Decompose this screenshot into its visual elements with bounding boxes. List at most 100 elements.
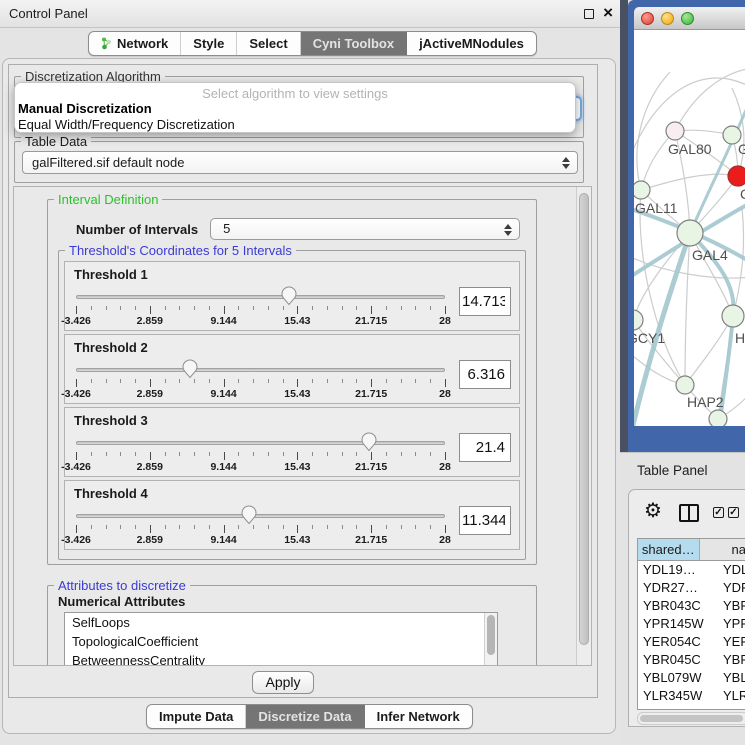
mac-close-button[interactable] (641, 12, 654, 25)
mac-zoom-button[interactable] (681, 12, 694, 25)
tab-label: Impute Data (159, 709, 233, 724)
tab-jactivemnodules[interactable]: jActiveMNodules (407, 32, 536, 55)
network-node-hap2[interactable] (676, 376, 694, 394)
threshold-value-input[interactable] (459, 506, 511, 535)
table-scrollbar-thumb[interactable] (640, 715, 743, 722)
tick-label: 2.859 (137, 534, 163, 546)
attributes-scrollbar-thumb[interactable] (487, 615, 495, 655)
float-window-icon[interactable] (584, 9, 594, 19)
cell-name: YIL0 (717, 705, 745, 710)
threshold-label: Threshold 1 (74, 267, 510, 282)
network-node-gal4[interactable] (677, 220, 703, 246)
threshold-value-input[interactable] (459, 433, 511, 462)
cell-shared-name: YDR27… (638, 579, 717, 597)
network-canvas[interactable]: GAL80GCGAL11GAL4GCY1HHAP2 (634, 30, 745, 426)
tab-label: Style (193, 36, 224, 51)
tick-label: 9.144 (210, 461, 236, 473)
column-header-name[interactable]: na (700, 539, 745, 561)
tick-label: 21.715 (355, 315, 387, 327)
tick-label: 28 (439, 388, 451, 400)
network-node-c[interactable] (728, 166, 745, 186)
threshold-slider[interactable]: -3.4262.8599.14415.4321.71528 (74, 505, 447, 549)
table-row[interactable]: YPR145WYPR1 (638, 615, 745, 633)
table-row[interactable]: YBL079WYBL0 (638, 669, 745, 687)
table-row[interactable]: YDR27…YDR2 (638, 579, 745, 597)
slider-track[interactable] (76, 441, 445, 445)
tick-label: -3.426 (61, 388, 91, 400)
slider-thumb[interactable] (281, 286, 297, 306)
slider-ticks (76, 452, 445, 461)
table-row[interactable]: YLR345WYLR3 (638, 687, 745, 705)
slider-thumb[interactable] (241, 505, 257, 525)
table-horizontal-scrollbar[interactable] (637, 712, 745, 725)
threshold-slider[interactable]: -3.4262.8599.14415.4321.71528 (74, 432, 447, 476)
tick-label: 28 (439, 315, 451, 327)
tab-select[interactable]: Select (237, 32, 300, 55)
tab-style[interactable]: Style (181, 32, 237, 55)
tick-label: 28 (439, 534, 451, 546)
attribute-item[interactable]: TopologicalCoefficient (65, 632, 497, 651)
attribute-items: SelfLoopsTopologicalCoefficientBetweenne… (65, 613, 497, 666)
tab-network[interactable]: Network (89, 32, 181, 55)
thresholds-group-title: Threshold's Coordinates for 5 Intervals (65, 243, 296, 258)
network-node[interactable] (709, 410, 727, 426)
network-node-gal80[interactable] (666, 122, 684, 140)
algorithm-option-manual[interactable]: Manual Discretization (18, 101, 152, 116)
node-label: C (740, 186, 745, 202)
tab-cyni-toolbox[interactable]: Cyni Toolbox (301, 32, 407, 55)
tick-label: 9.144 (210, 388, 236, 400)
checkbox-icon[interactable]: ✓ (713, 507, 724, 518)
thresholds-group: Threshold's Coordinates for 5 Intervals … (58, 250, 526, 560)
tab-infer-network[interactable]: Infer Network (365, 705, 472, 728)
settings-scrollbar-thumb[interactable] (579, 193, 589, 645)
top-tab-bar: Network Style Select Cyni Toolbox jActiveMNo… (88, 31, 537, 56)
apply-button[interactable]: Apply (252, 671, 314, 694)
split-table-icon[interactable] (679, 504, 699, 522)
cell-shared-name: YER054C (638, 633, 717, 651)
tab-discretize-data[interactable]: Discretize Data (246, 705, 364, 728)
attribute-item[interactable]: SelfLoops (65, 613, 497, 632)
table-row[interactable]: YER054CYER0 (638, 633, 745, 651)
table-data-combobox[interactable]: galFiltered.sif default node (22, 151, 578, 174)
threshold-value-input[interactable] (459, 287, 511, 316)
checkbox-icon[interactable]: ✓ (728, 507, 739, 518)
table-row[interactable]: YIL052CYIL0 (638, 705, 745, 710)
threshold-slider[interactable]: -3.4262.8599.14415.4321.71528 (74, 359, 447, 403)
table-panel-title: Table Panel (637, 463, 708, 478)
table-row[interactable]: YBR045CYBR0 (638, 651, 745, 669)
threshold-value-input[interactable] (459, 360, 511, 389)
network-node-h[interactable] (722, 305, 744, 327)
network-node-gal11[interactable] (634, 181, 650, 199)
numerical-attributes-list[interactable]: SelfLoopsTopologicalCoefficientBetweenne… (64, 612, 498, 666)
table-row[interactable]: YDL19…YDL1 (638, 561, 745, 579)
control-panel-titlebar: Control Panel × (0, 0, 620, 28)
thresholds-container: Threshold 1-3.4262.8599.14415.4321.71528… (64, 261, 520, 553)
attributes-list-scrollbar[interactable] (484, 613, 497, 666)
network-node-gcy1[interactable] (634, 310, 643, 330)
cell-shared-name: YLR345W (638, 687, 717, 705)
tab-label: jActiveMNodules (419, 36, 524, 51)
threshold-slider[interactable]: -3.4262.8599.14415.4321.71528 (74, 286, 447, 330)
slider-track[interactable] (76, 368, 445, 372)
slider-thumb[interactable] (361, 432, 377, 452)
number-of-intervals-combobox[interactable]: 5 (210, 218, 520, 240)
tab-label: Cyni Toolbox (313, 36, 394, 51)
attributes-group-title: Attributes to discretize (54, 578, 190, 593)
algorithm-option-equal-width[interactable]: Equal Width/Frequency Discretization (18, 117, 235, 132)
slider-track[interactable] (76, 295, 445, 299)
close-icon[interactable]: × (603, 3, 613, 23)
attribute-item[interactable]: BetweennessCentrality (65, 651, 497, 666)
column-header-shared-name[interactable]: shared… (638, 539, 700, 561)
settings-vertical-scrollbar[interactable] (576, 187, 591, 665)
tick-label: 15.43 (284, 461, 310, 473)
threshold-label: Threshold 3 (74, 413, 510, 428)
tick-label: 2.859 (137, 315, 163, 327)
spinner-arrows-icon (562, 156, 570, 170)
tick-label: 15.43 (284, 534, 310, 546)
slider-thumb[interactable] (182, 359, 198, 379)
slider-track[interactable] (76, 514, 445, 518)
mac-minimize-button[interactable] (661, 12, 674, 25)
gear-icon[interactable]: ⚙ (644, 500, 662, 522)
tab-impute-data[interactable]: Impute Data (147, 705, 246, 728)
table-row[interactable]: YBR043CYBR0 (638, 597, 745, 615)
